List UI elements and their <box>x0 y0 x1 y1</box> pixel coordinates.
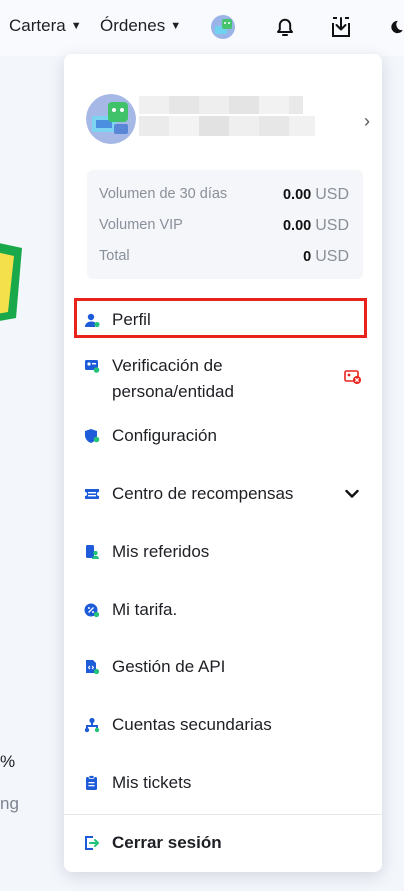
menu-item-rewards[interactable]: Centro de recompensas <box>64 481 382 507</box>
profile-header[interactable]: › <box>64 54 382 164</box>
top-navigation-bar: Cartera ▼ Órdenes ▼ <box>0 0 404 56</box>
menu-label: Centro de recompensas <box>112 484 294 503</box>
unverified-warning-icon <box>344 370 361 384</box>
menu-label: Mis tickets <box>112 773 192 792</box>
stat-unit: USD <box>315 217 349 234</box>
background-partial-text: ng <box>0 794 19 813</box>
chevron-down-icon[interactable] <box>345 489 359 499</box>
menu-item-tickets[interactable]: Mis tickets <box>64 770 382 796</box>
stat-row-total: Total 0 USD <box>99 248 349 266</box>
user-icon <box>85 313 100 328</box>
logout-icon <box>85 836 99 850</box>
background-graphic <box>0 243 22 321</box>
menu-label: Configuración <box>112 426 217 445</box>
download-button[interactable] <box>328 14 354 40</box>
stat-value: 0.00 <box>282 218 312 234</box>
menu-label-line1: Verificación de <box>112 356 223 375</box>
menu-item-subaccounts[interactable]: Cuentas secundarias <box>64 712 382 738</box>
api-icon <box>86 660 100 675</box>
theme-toggle-button[interactable] <box>388 14 404 40</box>
notifications-button[interactable] <box>272 14 298 40</box>
stat-label: Total <box>99 248 130 264</box>
stat-value: 0 <box>303 249 312 265</box>
background-percent-text: % <box>0 752 16 771</box>
shield-icon <box>85 429 100 443</box>
orders-menu[interactable]: Órdenes ▼ <box>100 16 181 36</box>
id-card-icon <box>85 360 100 373</box>
profile-avatar <box>86 94 136 144</box>
account-dropdown-panel: › Volumen de 30 días 0.00 USD Volumen VIP… <box>64 54 382 872</box>
stat-row-vip: Volumen VIP 0.00 USD <box>99 217 349 235</box>
menu-item-fee[interactable]: Mi tarifa. <box>64 597 382 623</box>
volume-stats: Volumen de 30 días 0.00 USD Volumen VIP 0… <box>87 170 363 279</box>
download-icon <box>332 17 350 37</box>
menu-label: Gestión de API <box>112 657 226 676</box>
clipboard-icon <box>86 775 97 790</box>
user-avatar-button[interactable] <box>210 14 236 40</box>
menu-label: Perfil <box>112 310 151 329</box>
menu-label: Cerrar sesión <box>112 833 222 852</box>
stat-value: 0.00 <box>282 187 312 203</box>
ticket-icon <box>85 489 99 499</box>
avatar-icon <box>86 94 136 144</box>
menu-label: Cuentas secundarias <box>112 715 272 734</box>
menu-label-line2: persona/entidad <box>112 382 234 401</box>
wallet-label: Cartera <box>9 16 66 35</box>
menu-item-profile[interactable]: Perfil <box>64 307 382 333</box>
moon-icon <box>391 20 403 34</box>
stat-unit: USD <box>315 248 349 265</box>
stat-label: Volumen de 30 días <box>99 186 228 202</box>
stat-row-30day: Volumen de 30 días 0.00 USD <box>99 186 349 204</box>
menu-item-referrals[interactable]: Mis referidos <box>64 539 382 565</box>
menu-label: Mis referidos <box>112 542 210 561</box>
menu-item-settings[interactable]: Configuración <box>64 423 382 449</box>
referral-icon <box>86 545 99 559</box>
bell-icon <box>277 18 293 36</box>
menu-item-verification[interactable]: Verificación de persona/entidad <box>64 353 382 405</box>
menu-item-logout[interactable]: Cerrar sesión <box>64 830 382 856</box>
caret-down-icon: ▼ <box>70 20 82 32</box>
orders-label: Órdenes <box>100 16 166 35</box>
menu-item-api[interactable]: Gestión de API <box>64 654 382 680</box>
percent-icon <box>84 603 100 618</box>
subaccounts-icon <box>84 717 100 733</box>
stat-label: Volumen VIP <box>99 217 183 233</box>
avatar-icon <box>211 15 235 39</box>
caret-down-icon: ▼ <box>170 20 182 32</box>
menu-label: Mi tarifa. <box>112 600 178 619</box>
chevron-right-icon: › <box>364 111 370 131</box>
blurred-username <box>139 94 319 140</box>
wallet-menu[interactable]: Cartera ▼ <box>9 16 82 36</box>
stat-unit: USD <box>315 186 349 203</box>
menu-divider <box>64 814 382 815</box>
